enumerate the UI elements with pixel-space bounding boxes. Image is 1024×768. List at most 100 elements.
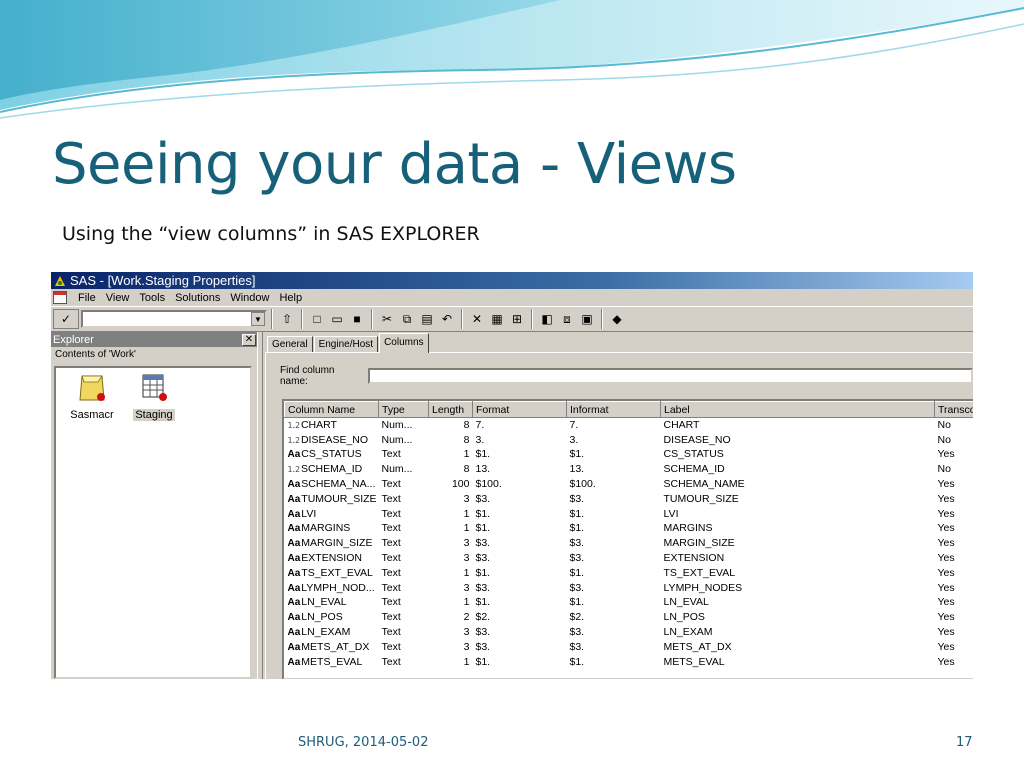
- cell-label: LN_EXAM: [663, 626, 713, 639]
- find-column-input[interactable]: [368, 368, 973, 384]
- cell-label: CS_STATUS: [663, 448, 724, 461]
- cell-length: 1: [463, 522, 470, 535]
- command-input[interactable]: ▼: [81, 310, 267, 328]
- cell-transcode: Yes: [937, 522, 955, 535]
- table-row[interactable]: AaEXTENSION Text 3 $3. $3. EXTENSION Yes: [285, 551, 974, 566]
- explorer-item-staging[interactable]: Staging: [124, 372, 184, 421]
- table-row[interactable]: AaLN_EXAM Text 3 $3. $3. LN_EXAM Yes: [285, 625, 974, 640]
- tab-general[interactable]: General: [267, 336, 313, 353]
- table-row[interactable]: AaMETS_AT_DX Text 3 $3. $3. METS_AT_DX Yes: [285, 639, 974, 654]
- cell-length: 1: [463, 448, 470, 461]
- cell-transcode: Yes: [937, 552, 955, 565]
- copy-icon[interactable]: ⧉: [398, 310, 416, 328]
- window-titlebar[interactable]: SAS - [Work.Staging Properties]: [51, 272, 973, 289]
- cell-column-name: AaSCHEMA_NA...: [285, 477, 379, 492]
- paste-icon[interactable]: ▤: [418, 310, 436, 328]
- new-icon[interactable]: □: [308, 310, 326, 328]
- table-row[interactable]: AaCS_STATUS Text 1 $1. $1. CS_STATUS Yes: [285, 447, 974, 462]
- explorer-item-sasmacr[interactable]: Sasmacr: [62, 372, 122, 421]
- cell-type: Text: [381, 596, 401, 609]
- cell-column-name: AaMARGINS: [285, 521, 379, 536]
- footer-text: SHRUG, 2014-05-02: [298, 735, 429, 750]
- pane-splitter[interactable]: [257, 332, 263, 679]
- table-row[interactable]: AaSCHEMA_NA... Text 100 $100. $100. SCHEMA_NA…: [285, 477, 974, 492]
- command-dropdown-icon[interactable]: ▼: [251, 312, 265, 326]
- cell-type: Num...: [381, 463, 413, 476]
- header-type[interactable]: Type: [378, 401, 429, 418]
- cell-length: 8: [463, 463, 470, 476]
- menu-tools[interactable]: Tools: [134, 292, 170, 304]
- image-icon[interactable]: ▣: [578, 310, 596, 328]
- table-row[interactable]: AaTS_EXT_EVAL Text 1 $1. $1. TS_EXT_EVAL Yes: [285, 565, 974, 580]
- table-row[interactable]: 1.2 CHART Num... 8 7. 7. CHART No: [285, 418, 974, 433]
- save-icon[interactable]: ■: [348, 310, 366, 328]
- cell-column-name: AaTUMOUR_SIZE: [285, 491, 379, 506]
- cell-column-name: AaLN_EXAM: [285, 625, 379, 640]
- table-row[interactable]: AaMARGIN_SIZE Text 3 $3. $3. MARGIN_SIZE Yes: [285, 536, 974, 551]
- menu-help[interactable]: Help: [274, 292, 307, 304]
- cell-column-name: AaCS_STATUS: [285, 447, 379, 462]
- cell-length: 3: [463, 581, 470, 594]
- menu-window[interactable]: Window: [225, 292, 274, 304]
- cell-type: Num...: [381, 419, 413, 432]
- tab-engine-host[interactable]: Engine/Host: [313, 336, 379, 353]
- cut-icon[interactable]: ✂: [378, 310, 396, 328]
- table-row[interactable]: AaLN_EVAL Text 1 $1. $1. LN_EVAL Yes: [285, 595, 974, 610]
- submit-check-button[interactable]: ✓: [53, 309, 79, 329]
- header-format[interactable]: Format: [472, 401, 567, 418]
- columns-tab-panel: Find column name: Column Name Type Lengt…: [265, 352, 973, 679]
- header-label[interactable]: Label: [660, 401, 935, 418]
- table-row[interactable]: AaLVI Text 1 $1. $1. LVI Yes: [285, 506, 974, 521]
- table-row[interactable]: 1.2 SCHEMA_ID Num... 8 13. 13. SCHEMA_ID No: [285, 462, 974, 477]
- tree-icon[interactable]: ⊞: [508, 310, 526, 328]
- open-icon[interactable]: ▭: [328, 310, 346, 328]
- window-menu-icon[interactable]: [53, 291, 67, 304]
- table-row[interactable]: 1.2 DISEASE_NO Num... 8 3. 3. DISEASE_NO No: [285, 432, 974, 447]
- cell-format: 7.: [475, 419, 485, 432]
- details-icon[interactable]: ▦: [488, 310, 506, 328]
- table-row[interactable]: AaLN_POS Text 2 $2. $2. LN_POS Yes: [285, 610, 974, 625]
- header-column-name[interactable]: Column Name: [284, 401, 379, 418]
- undo-icon[interactable]: ↶: [438, 310, 456, 328]
- sas-app-icon: [55, 275, 65, 286]
- menu-file[interactable]: File: [73, 292, 101, 304]
- window-icon[interactable]: ⧈: [558, 310, 576, 328]
- help-book-icon[interactable]: ◆: [608, 310, 626, 328]
- explorer-pane: Explorer ✕ Contents of 'Work' Sasmacr St…: [51, 332, 257, 679]
- table-row[interactable]: AaLYMPH_NOD... Text 3 $3. $3. LYMPH_NODES Yes: [285, 580, 974, 595]
- up-folder-icon[interactable]: ⇧: [278, 310, 296, 328]
- cell-format: $1.: [475, 596, 491, 609]
- cell-informat: $3.: [569, 537, 585, 550]
- cell-length: 3: [463, 537, 470, 550]
- cell-type: Text: [381, 611, 401, 624]
- tab-columns[interactable]: Columns: [379, 333, 429, 353]
- cell-transcode: Yes: [937, 581, 955, 594]
- close-icon[interactable]: ✕: [242, 333, 256, 346]
- header-informat[interactable]: Informat: [566, 401, 661, 418]
- cell-informat: $3.: [569, 640, 585, 653]
- delete-icon[interactable]: ✕: [468, 310, 486, 328]
- toolbar-separator: [601, 309, 603, 329]
- table-row[interactable]: AaTUMOUR_SIZE Text 3 $3. $3. TUMOUR_SIZE Yes: [285, 491, 974, 506]
- properties-icon[interactable]: ◧: [538, 310, 556, 328]
- cell-length: 2: [463, 611, 470, 624]
- cell-label: LN_POS: [663, 611, 705, 624]
- header-transcode[interactable]: Transco: [934, 401, 973, 418]
- cell-transcode: Yes: [937, 537, 955, 550]
- cell-length: 3: [463, 626, 470, 639]
- cell-label: SCHEMA_NAME: [663, 478, 745, 491]
- cell-length: 1: [463, 507, 470, 520]
- cell-column-name: AaMARGIN_SIZE: [285, 536, 379, 551]
- cell-label: CHART: [663, 419, 700, 432]
- menu-view[interactable]: View: [101, 292, 135, 304]
- table-row[interactable]: AaMARGINS Text 1 $1. $1. MARGINS Yes: [285, 521, 974, 536]
- numeric-column-icon: 1.2: [287, 465, 300, 475]
- column-name-text: TUMOUR_SIZE: [301, 492, 377, 505]
- table-row[interactable]: AaMETS_EVAL Text 1 $1. $1. METS_EVAL Yes: [285, 654, 974, 669]
- menu-solutions[interactable]: Solutions: [170, 292, 225, 304]
- cell-label: METS_AT_DX: [663, 640, 732, 653]
- slide-subtitle: Using the “view columns” in SAS EXPLORER: [62, 223, 480, 245]
- header-length[interactable]: Length: [428, 401, 473, 418]
- cell-column-name: 1.2 SCHEMA_ID: [285, 462, 379, 477]
- cell-format: 13.: [475, 463, 491, 476]
